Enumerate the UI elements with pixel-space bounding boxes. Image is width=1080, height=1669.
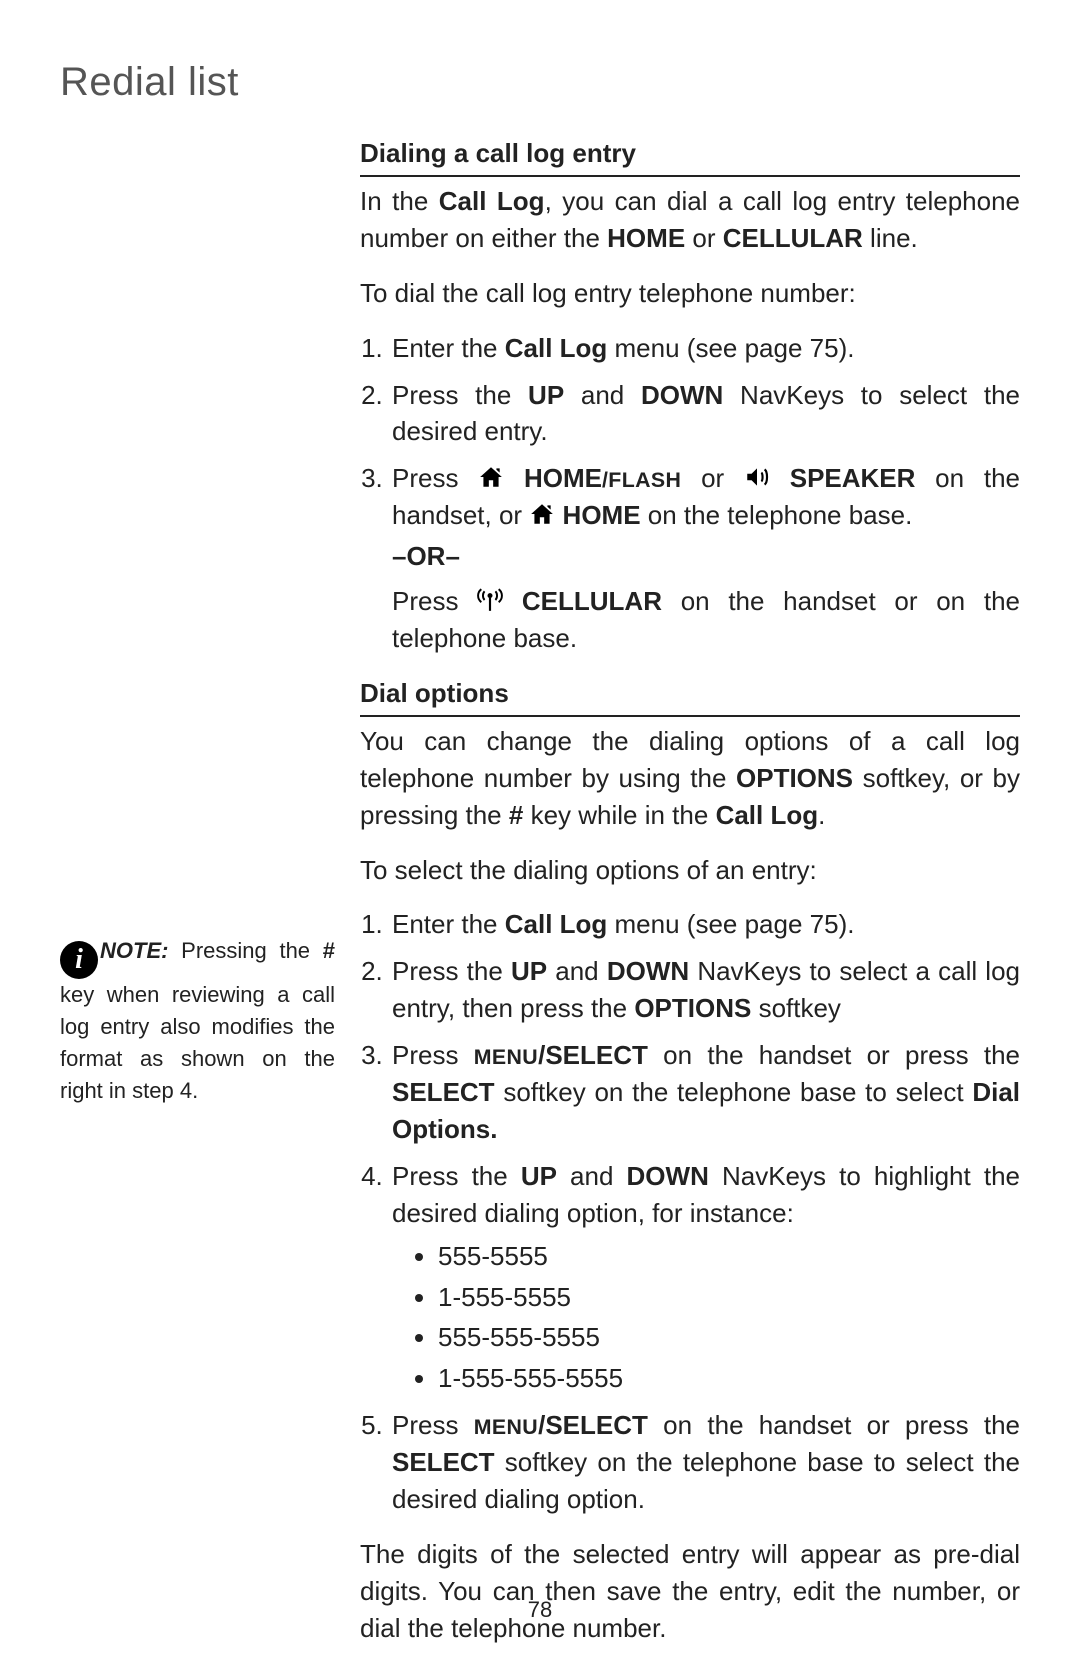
bold-cellular: CELLULAR (723, 223, 863, 253)
text: and (557, 1161, 627, 1191)
text: Press (392, 586, 477, 616)
text: Press (392, 1410, 474, 1440)
text: on the handset or press the (648, 1040, 1020, 1070)
note-text-1: Pressing the (168, 938, 322, 963)
margin-note: iNOTE: Pressing the # key when reviewing… (60, 935, 335, 1107)
section2-step-2: Press the UP and DOWN NavKeys to select … (390, 953, 1020, 1027)
bold-up: UP (511, 956, 547, 986)
text: menu (see page 75). (607, 333, 854, 363)
content-columns: iNOTE: Pressing the # key when reviewing… (60, 135, 1020, 1665)
bold-select: /SELECT (538, 1040, 648, 1070)
text: Press the (392, 956, 511, 986)
section-heading-dial-options: Dial options (360, 675, 1020, 717)
bold-down: DOWN (627, 1161, 709, 1191)
bold-options: OPTIONS (736, 763, 853, 793)
text: softkey on the telephone base to select (495, 1077, 973, 1107)
text: . (818, 800, 825, 830)
bold-select: /SELECT (538, 1410, 648, 1440)
section2-closing: The digits of the selected entry will ap… (360, 1536, 1020, 1647)
text: Press (392, 463, 478, 493)
home-icon (478, 464, 504, 490)
text: Press (392, 1040, 474, 1070)
bold-up: UP (521, 1161, 557, 1191)
info-icon: i (60, 941, 98, 979)
note-label: NOTE: (100, 938, 168, 963)
bold-speaker: SPEAKER (770, 463, 915, 493)
bold-call-log: Call Log (505, 909, 608, 939)
dial-option: 1-555-555-5555 (438, 1360, 1020, 1397)
section1-step-1: Enter the Call Log menu (see page 75). (390, 330, 1020, 367)
text: or (681, 463, 744, 493)
section2-step-3: Press MENU/SELECT on the handset or pres… (390, 1037, 1020, 1148)
smallcaps-menu: MENU (474, 1415, 538, 1439)
text: and (547, 956, 607, 986)
section1-steps: Enter the Call Log menu (see page 75). P… (360, 330, 1020, 657)
note-text-2: key when reviewing a call log entry also… (60, 982, 335, 1103)
text: on the handset or press the (648, 1410, 1020, 1440)
bold-options: OPTIONS (634, 993, 751, 1023)
bold-select: SELECT (392, 1447, 495, 1477)
dial-option: 555-555-5555 (438, 1319, 1020, 1356)
dial-option: 555-5555 (438, 1238, 1020, 1275)
bold-up: UP (528, 380, 564, 410)
text: or (685, 223, 723, 253)
text: key while in the (523, 800, 715, 830)
cellular-icon (477, 587, 503, 613)
text: Enter the (392, 909, 505, 939)
bold-select: SELECT (392, 1077, 495, 1107)
main-column: Dialing a call log entry In the Call Log… (360, 135, 1020, 1665)
text: Press the (392, 380, 528, 410)
speaker-icon (744, 464, 770, 490)
section2-intro: You can change the dialing options of a … (360, 723, 1020, 834)
smallcaps-flash: /FLASH (602, 468, 681, 492)
section2-step-5: Press MENU/SELECT on the handset or pres… (390, 1407, 1020, 1518)
text: line. (863, 223, 918, 253)
section1-intro: In the Call Log, you can dial a call log… (360, 183, 1020, 257)
text: In the (360, 186, 439, 216)
text: softkey (751, 993, 841, 1023)
dial-format-options: 555-5555 1-555-5555 555-555-5555 1-555-5… (392, 1238, 1020, 1398)
text: and (564, 380, 641, 410)
bold-down: DOWN (607, 956, 689, 986)
section2-step-1: Enter the Call Log menu (see page 75). (390, 906, 1020, 943)
section1-step-3: Press HOME/FLASH or SPEAKER on the hands… (390, 460, 1020, 657)
note-hash: # (323, 938, 335, 963)
bold-call-log: Call Log (716, 800, 819, 830)
bold-hash: # (509, 800, 523, 830)
bold-home: HOME (504, 463, 602, 493)
home-icon (529, 501, 555, 527)
sidebar: iNOTE: Pressing the # key when reviewing… (60, 135, 360, 1107)
or-separator: –OR– (392, 538, 1020, 575)
page-number: 78 (0, 1597, 1080, 1623)
bold-call-log: Call Log (439, 186, 545, 216)
bold-down: DOWN (641, 380, 723, 410)
bold-call-log: Call Log (505, 333, 608, 363)
page: Redial list iNOTE: Pressing the # key wh… (0, 0, 1080, 1669)
text: on the telephone base. (641, 500, 913, 530)
section1-lead: To dial the call log entry telephone num… (360, 275, 1020, 312)
bold-home: HOME (607, 223, 685, 253)
page-title: Redial list (60, 60, 1020, 105)
bold-cellular: CELLULAR (503, 586, 662, 616)
dial-option: 1-555-5555 (438, 1279, 1020, 1316)
smallcaps-menu: MENU (474, 1045, 538, 1069)
section1-step-2: Press the UP and DOWN NavKeys to select … (390, 377, 1020, 451)
section2-steps: Enter the Call Log menu (see page 75). P… (360, 906, 1020, 1518)
text: Press the (392, 1161, 521, 1191)
section2-lead: To select the dialing options of an entr… (360, 852, 1020, 889)
bold-home: HOME (555, 500, 640, 530)
section-heading-dialing: Dialing a call log entry (360, 135, 1020, 177)
text: menu (see page 75). (607, 909, 854, 939)
text: Enter the (392, 333, 505, 363)
section2-step-4: Press the UP and DOWN NavKeys to highlig… (390, 1158, 1020, 1397)
